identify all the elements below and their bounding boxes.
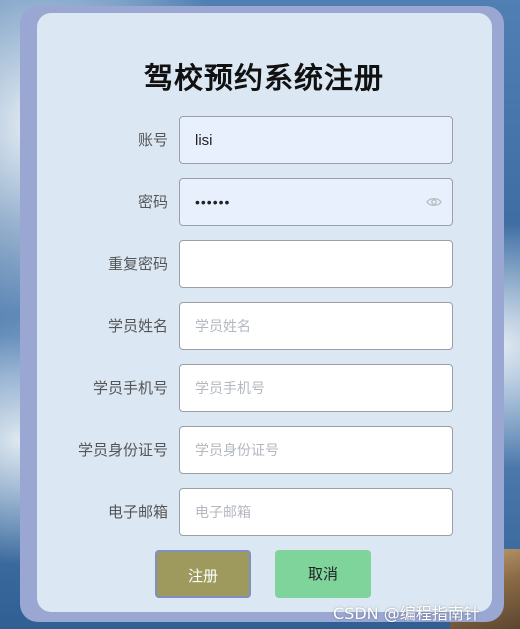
- password-label: 密码: [137, 193, 168, 211]
- eye-icon[interactable]: [426, 194, 442, 210]
- page-title: 驾校预约系统注册: [143, 61, 384, 95]
- student-phone-field[interactable]: [179, 364, 453, 412]
- student-id-field[interactable]: [179, 426, 453, 474]
- password-input[interactable]: [193, 179, 427, 225]
- account-row: 账号: [0, 116, 520, 164]
- email-field[interactable]: [179, 488, 453, 536]
- confirm-password-row: 重复密码: [0, 240, 520, 288]
- watermark: CSDN @编程指南针: [333, 604, 480, 623]
- register-button[interactable]: 注册: [155, 550, 251, 598]
- account-field[interactable]: [179, 116, 453, 164]
- student-phone-label: 学员手机号: [92, 379, 168, 397]
- student-id-row: 学员身份证号: [0, 426, 520, 474]
- confirm-password-label: 重复密码: [107, 255, 168, 273]
- account-input[interactable]: [193, 117, 427, 163]
- student-id-input[interactable]: [193, 427, 427, 473]
- password-field[interactable]: [179, 178, 453, 226]
- student-phone-input[interactable]: [193, 365, 427, 411]
- email-row: 电子邮箱: [0, 488, 520, 536]
- confirm-password-field[interactable]: [179, 240, 453, 288]
- password-row: 密码: [0, 178, 520, 226]
- confirm-password-input[interactable]: [193, 241, 427, 287]
- student-name-label: 学员姓名: [107, 317, 168, 335]
- account-label: 账号: [137, 131, 168, 149]
- email-label: 电子邮箱: [107, 503, 168, 521]
- student-name-input[interactable]: [193, 303, 427, 349]
- student-id-label: 学员身份证号: [77, 441, 168, 459]
- email-input[interactable]: [193, 489, 427, 535]
- cancel-button[interactable]: 取消: [275, 550, 371, 598]
- student-name-row: 学员姓名: [0, 302, 520, 350]
- student-phone-row: 学员手机号: [0, 364, 520, 412]
- student-name-field[interactable]: [179, 302, 453, 350]
